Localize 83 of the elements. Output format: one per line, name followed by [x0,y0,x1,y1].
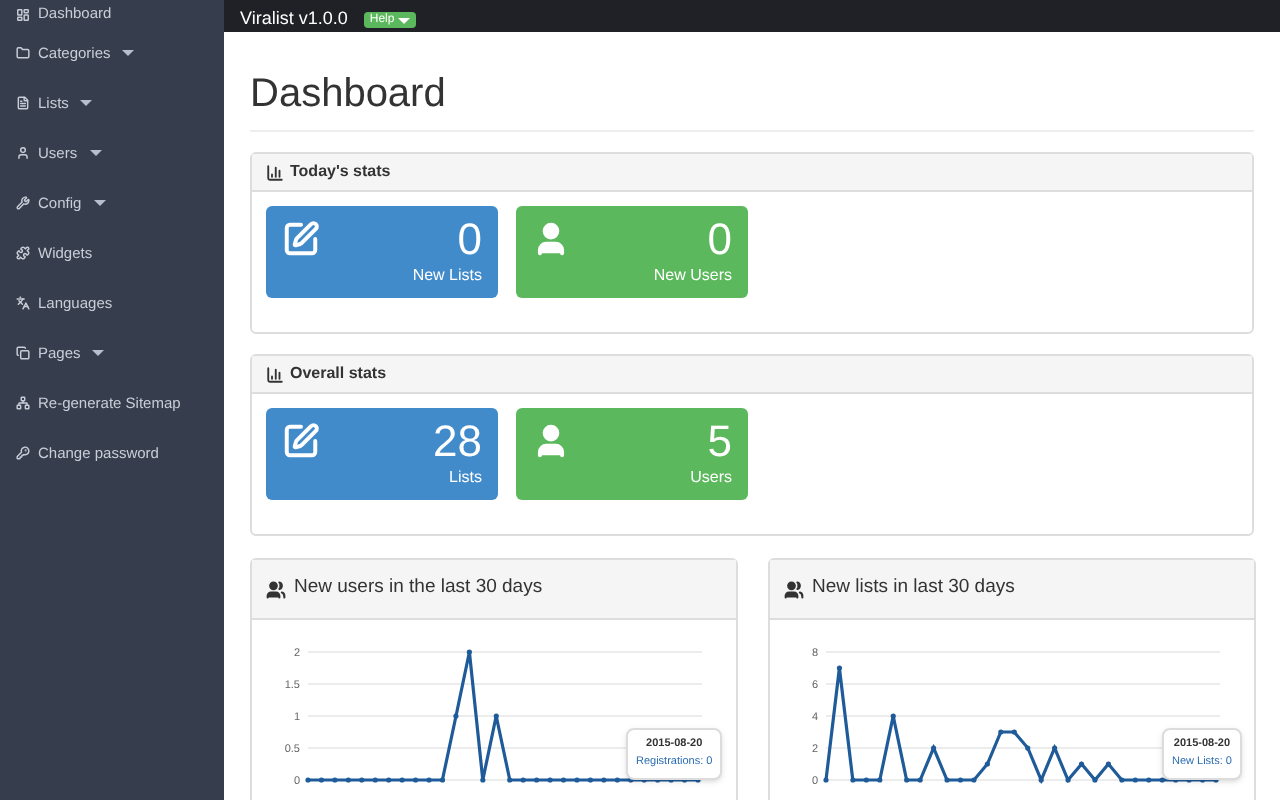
data-point [1038,777,1044,783]
data-point [944,777,950,783]
stat-value: 0 [457,216,482,264]
data-point [877,777,883,783]
data-point [399,777,405,783]
users-icon [266,579,286,599]
data-point [601,777,607,783]
data-point [1078,761,1085,767]
panel-title: New users in the last 30 days [294,574,543,603]
data-point [386,777,392,783]
user-icon [16,146,30,160]
data-point [587,777,593,783]
data-point [850,777,856,783]
user-icon [532,220,570,258]
data-point [957,777,964,783]
data-point [1159,777,1165,783]
language-icon [16,296,30,310]
data-point [547,777,553,783]
data-point [453,713,459,719]
data-point [823,777,829,783]
data-point [1146,777,1152,783]
data-point [1025,745,1031,751]
caret-icon [398,17,411,23]
data-point [1065,777,1071,783]
stat-label: New Lists [412,264,482,288]
pages-icon [16,346,30,360]
sitemap-icon [16,396,30,410]
edit-icon [282,220,320,258]
data-point [574,777,580,783]
data-point [1132,777,1138,783]
data-point [1052,745,1058,751]
document-icon [16,96,30,110]
panel-title: Overall stats [290,362,387,386]
data-point [614,777,620,783]
data-point [413,777,419,783]
wrench-icon [16,196,30,210]
data-point [836,665,843,671]
data-point [863,777,869,783]
folder-icon [16,46,30,60]
stat-value: 5 [707,418,732,466]
key-icon [16,446,30,460]
stat-label: New Users [653,264,732,288]
panel-title: New lists in last 30 days [812,574,1015,603]
data-point [1119,777,1125,783]
data-point [480,777,486,783]
stat-value: 0 [707,216,732,264]
data-point [359,777,365,783]
data-point [466,649,472,655]
data-point [507,777,513,783]
data-point [998,729,1004,735]
data-point [534,777,540,783]
stat-label: Users [690,466,732,490]
dashboard-icon [16,7,30,21]
data-point [931,745,937,751]
data-point [1105,761,1111,767]
stat-label: Lists [449,466,482,490]
data-point [971,777,977,783]
data-point [917,777,923,783]
data-point [904,777,910,783]
puzzle-icon [16,246,30,260]
edit-icon [282,422,320,460]
brand-title: Viralist v1.0.0 [240,8,348,28]
data-point [1011,729,1017,735]
page-title: Dashboard [250,70,1254,132]
data-point [332,777,338,783]
users-icon [784,579,804,599]
bar-chart-icon [266,365,284,383]
data-point [560,777,567,783]
data-point [372,777,378,783]
data-point [345,777,351,783]
data-point [305,777,311,783]
data-point [890,713,896,719]
data-point [426,777,432,783]
stat-value: 28 [433,418,482,466]
data-point [493,713,499,719]
data-point [318,777,325,783]
data-point [984,761,990,767]
data-point [439,777,446,783]
panel-title: Today's stats [290,160,391,184]
user-icon [532,422,570,460]
data-point [520,777,526,783]
bar-chart-icon [266,163,284,181]
data-point [1092,777,1098,783]
